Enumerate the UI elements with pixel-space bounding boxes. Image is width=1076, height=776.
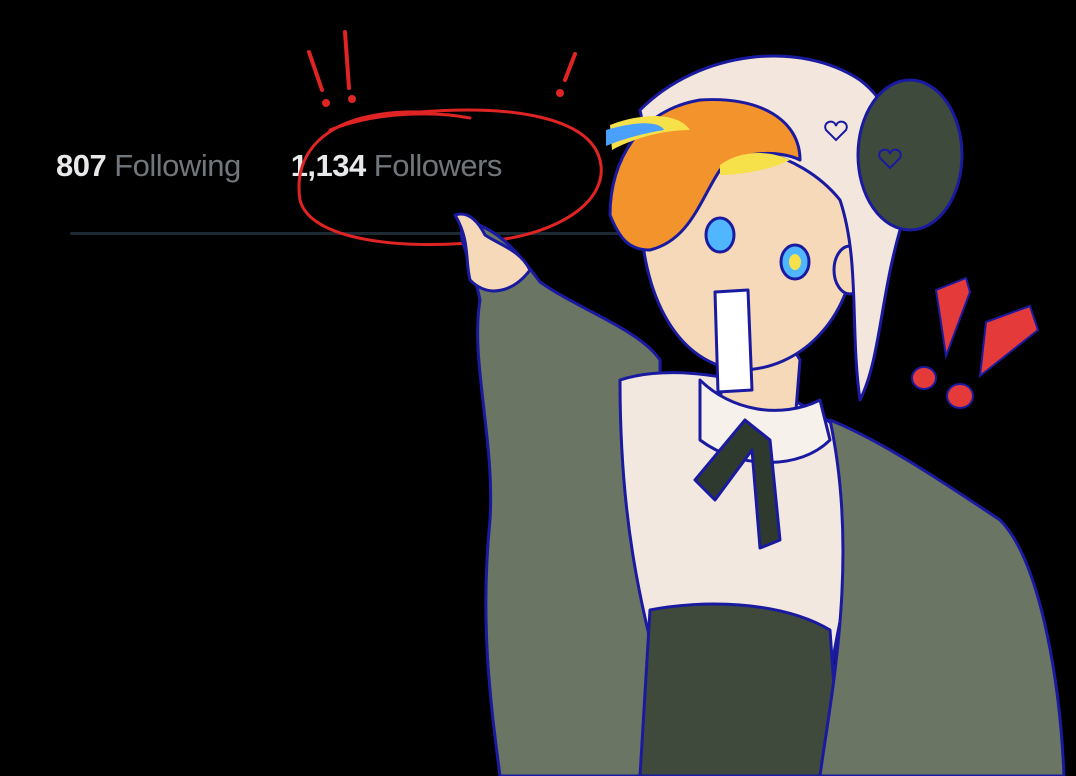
big-exclamation-icon: [911, 276, 1040, 409]
followers-highlight-circle: [297, 108, 603, 247]
illustration-overlay: [297, 30, 1066, 776]
exclamation-marks-icon: [307, 30, 577, 107]
character-illustration: [453, 54, 1066, 776]
